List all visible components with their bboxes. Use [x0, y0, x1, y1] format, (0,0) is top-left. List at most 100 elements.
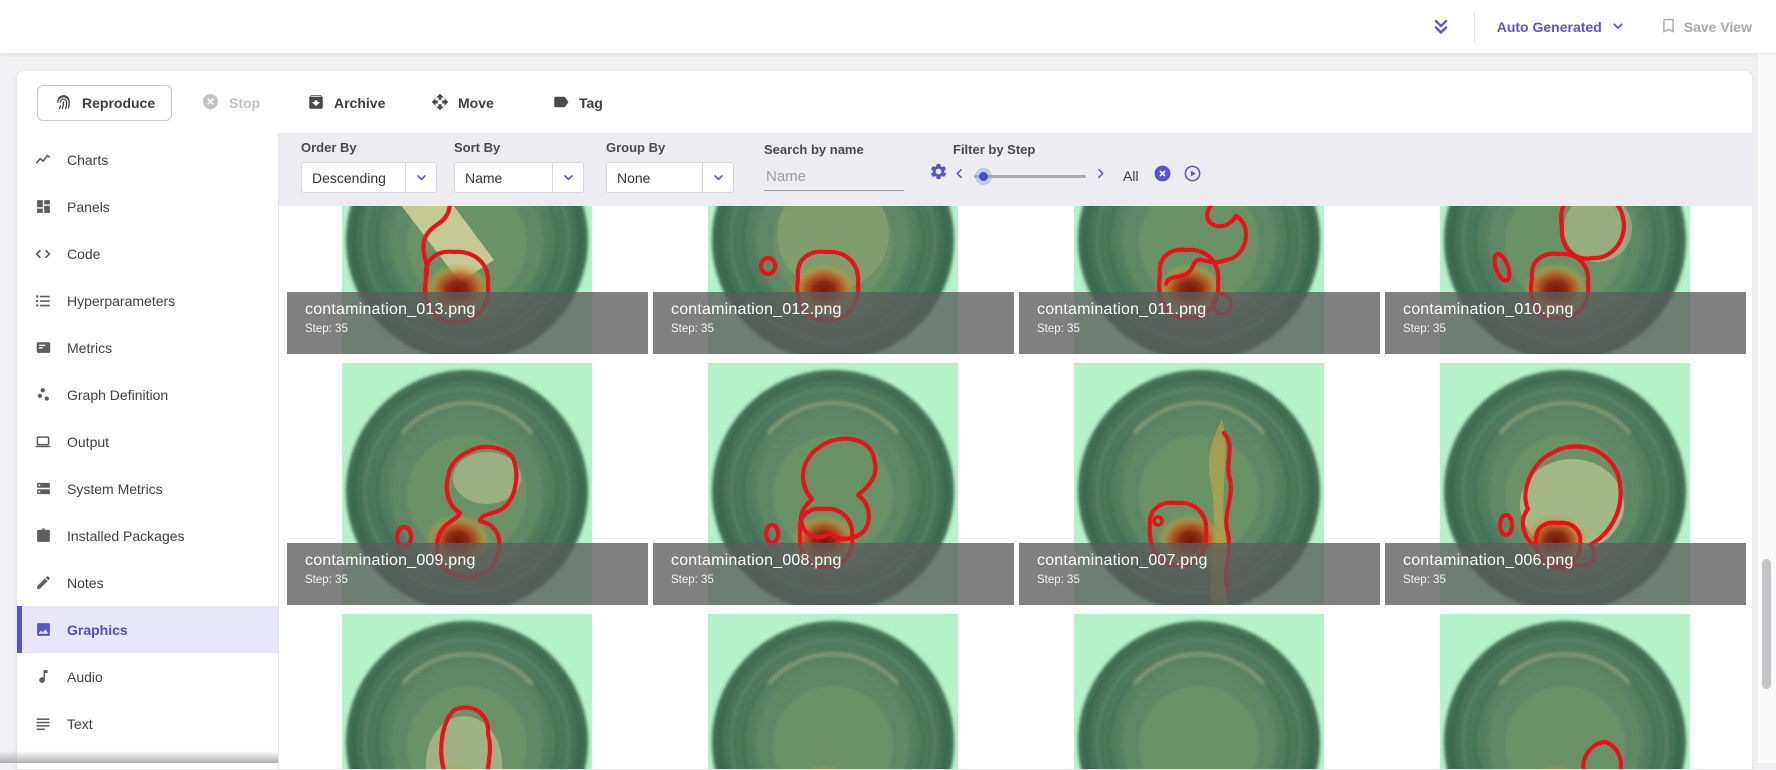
- list-icon: [34, 292, 52, 310]
- group-by-select[interactable]: None: [606, 162, 734, 193]
- graphics-tile-contamination_012[interactable]: contamination_012.png Step: 35: [653, 206, 1014, 354]
- tile-filename: contamination_008.png: [671, 552, 1014, 570]
- sidebar-item-charts[interactable]: Charts: [17, 136, 278, 183]
- sort-by-select[interactable]: Name: [454, 162, 584, 193]
- save-view-button[interactable]: Save View: [1660, 17, 1752, 37]
- textlines-icon: [34, 715, 52, 733]
- move-button[interactable]: Move: [431, 85, 494, 121]
- charts-icon: [34, 151, 52, 169]
- step-next-icon[interactable]: [1094, 167, 1107, 185]
- page-scrollbar-track[interactable]: [1757, 54, 1776, 763]
- reproduce-button[interactable]: Reproduce: [37, 85, 172, 121]
- tile-caption: contamination_008.png Step: 35: [653, 543, 1014, 605]
- tag-button[interactable]: Tag: [552, 85, 603, 121]
- search-settings-gear-icon[interactable]: [929, 162, 948, 186]
- sidebar-item-metrics[interactable]: Metrics: [17, 324, 278, 371]
- metrics-icon: [34, 339, 52, 357]
- sidebar-item-label: Audio: [67, 669, 103, 685]
- tile-step-label: Step: 35: [671, 574, 1014, 586]
- collapse-panel-icon[interactable]: [1430, 16, 1452, 38]
- sidebar-item-panels[interactable]: Panels: [17, 183, 278, 230]
- tile-caption: contamination_010.png Step: 35: [1385, 292, 1746, 354]
- sidebar-item-output[interactable]: Output: [17, 418, 278, 465]
- graphics-tile-contamination_010[interactable]: contamination_010.png Step: 35: [1385, 206, 1746, 354]
- move-icon: [431, 93, 449, 114]
- run-sections-sidebar: ChartsPanelsCodeHyperparametersMetricsGr…: [17, 133, 279, 769]
- tile-caption: contamination_009.png Step: 35: [287, 543, 648, 605]
- top-bar: Auto Generated Save View: [0, 0, 1776, 54]
- tile-filename: contamination_006.png: [1403, 552, 1746, 570]
- page-scrollbar-thumb[interactable]: [1762, 559, 1771, 689]
- sidebar-item-audio[interactable]: Audio: [17, 653, 278, 700]
- tile-caption: contamination_011.png Step: 35: [1019, 292, 1380, 354]
- tile-caption: contamination_006.png Step: 35: [1385, 543, 1746, 605]
- graphics-tile-contamination_013[interactable]: contamination_013.png Step: 35: [287, 206, 648, 354]
- tile-step-label: Step: 35: [1037, 323, 1380, 335]
- step-play-icon[interactable]: [1183, 164, 1202, 188]
- sort-by-value: Name: [455, 170, 552, 186]
- graphics-tile-contamination_008[interactable]: contamination_008.png Step: 35: [653, 363, 1014, 605]
- step-slider-thumb[interactable]: [979, 172, 988, 181]
- step-previous-icon[interactable]: [953, 167, 966, 185]
- tile-step-label: Step: 35: [1037, 574, 1380, 586]
- tile-step-label: Step: 35: [1403, 574, 1746, 586]
- gallery-row: contamination_009.png Step: 35: [287, 363, 1746, 605]
- sidebar-item-label: Installed Packages: [67, 528, 185, 544]
- group-by-label: Group By: [606, 140, 734, 155]
- storage-icon: [34, 480, 52, 498]
- step-slider[interactable]: [974, 168, 1086, 184]
- graphics-tile[interactable]: [1385, 614, 1746, 769]
- graphics-tile[interactable]: [653, 614, 1014, 769]
- archive-button[interactable]: Archive: [307, 85, 385, 121]
- gallery-row: contamination_013.png Step: 35: [287, 206, 1746, 354]
- sidebar-item-label: Hyperparameters: [67, 293, 175, 309]
- petri-dish-image: [1440, 614, 1690, 769]
- petri-dish-image: [1074, 614, 1324, 769]
- chevron-down-icon: [1610, 18, 1626, 37]
- graphics-tile-contamination_007[interactable]: contamination_007.png Step: 35: [1019, 363, 1380, 605]
- view-selector-dropdown[interactable]: Auto Generated: [1497, 18, 1626, 37]
- sidebar-item-label: Text: [67, 716, 93, 732]
- archive-button-label: Archive: [334, 95, 385, 111]
- tile-filename: contamination_013.png: [305, 301, 648, 319]
- chevron-down-icon: [406, 170, 436, 185]
- pencil-icon: [34, 574, 52, 592]
- step-clear-icon[interactable]: [1153, 164, 1172, 188]
- scatter-icon: [34, 386, 52, 404]
- gallery-row: [287, 614, 1746, 769]
- graphics-tile[interactable]: [287, 614, 648, 769]
- tile-caption: contamination_007.png Step: 35: [1019, 543, 1380, 605]
- move-button-label: Move: [458, 95, 494, 111]
- sidebar-item-graphics[interactable]: Graphics: [17, 606, 278, 653]
- sidebar-item-notes[interactable]: Notes: [17, 559, 278, 606]
- sidebar-item-installed-packages[interactable]: Installed Packages: [17, 512, 278, 559]
- group-by-value: None: [607, 170, 702, 186]
- stop-button: Stop: [201, 85, 260, 121]
- gallery-filter-bar: Order By Descending Sort By Name Group B…: [279, 133, 1752, 206]
- graphics-tile-contamination_006[interactable]: contamination_006.png Step: 35: [1385, 363, 1746, 605]
- search-input[interactable]: [764, 164, 904, 191]
- laptop-icon: [34, 433, 52, 451]
- code-icon: [34, 245, 52, 263]
- sidebar-item-label: Code: [67, 246, 100, 262]
- tile-caption: contamination_013.png Step: 35: [287, 292, 648, 354]
- run-actions-toolbar: Reproduce Stop Archive Move Tag: [17, 71, 1752, 133]
- sidebar-item-graph-definition[interactable]: Graph Definition: [17, 371, 278, 418]
- sidebar-item-text[interactable]: Text: [17, 700, 278, 747]
- order-by-select[interactable]: Descending: [301, 162, 437, 193]
- sidebar-item-code[interactable]: Code: [17, 230, 278, 277]
- sidebar-item-hyperparameters[interactable]: Hyperparameters: [17, 277, 278, 324]
- tile-filename: contamination_009.png: [305, 552, 648, 570]
- graphics-tile-contamination_009[interactable]: contamination_009.png Step: 35: [287, 363, 648, 605]
- fingerprint-icon: [54, 92, 73, 114]
- tag-button-label: Tag: [579, 95, 603, 111]
- save-view-label: Save View: [1684, 19, 1752, 35]
- tile-filename: contamination_007.png: [1037, 552, 1380, 570]
- graphics-tile[interactable]: [1019, 614, 1380, 769]
- sidebar-item-system-metrics[interactable]: System Metrics: [17, 465, 278, 512]
- tile-filename: contamination_010.png: [1403, 301, 1746, 319]
- chevron-down-icon: [703, 170, 733, 185]
- sidebar-item-label: Graphics: [67, 622, 128, 638]
- graphics-tile-contamination_011[interactable]: contamination_011.png Step: 35: [1019, 206, 1380, 354]
- stop-button-label: Stop: [229, 95, 260, 111]
